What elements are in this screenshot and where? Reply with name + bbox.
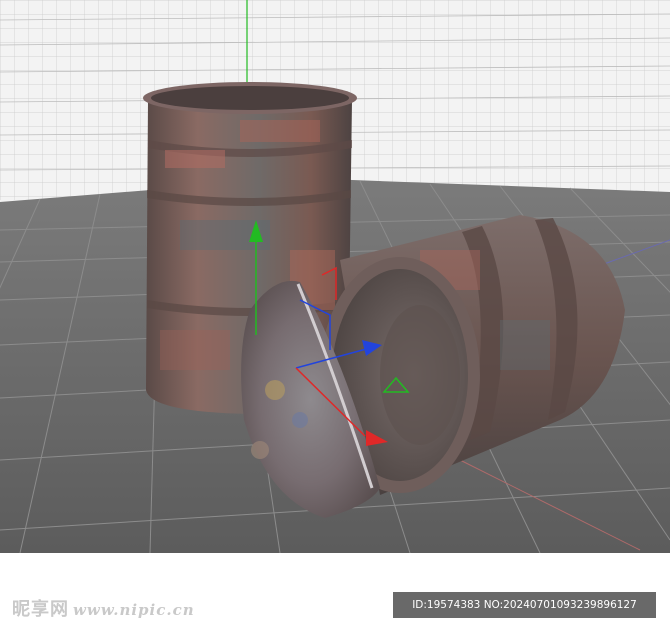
watermark-url: www.nipic.cn bbox=[73, 601, 195, 619]
3d-viewport[interactable] bbox=[0, 0, 670, 553]
watermark: 昵享网 www.nipic.cn bbox=[12, 595, 195, 621]
watermark-brand: 昵享网 bbox=[12, 599, 69, 620]
viewport-canvas bbox=[0, 0, 670, 553]
image-id-badge: ID:19574383 NO:20240701093239896127 bbox=[393, 592, 656, 618]
footer-bar: 昵享网 www.nipic.cn ID:19574383 NO:202407010… bbox=[0, 553, 670, 631]
